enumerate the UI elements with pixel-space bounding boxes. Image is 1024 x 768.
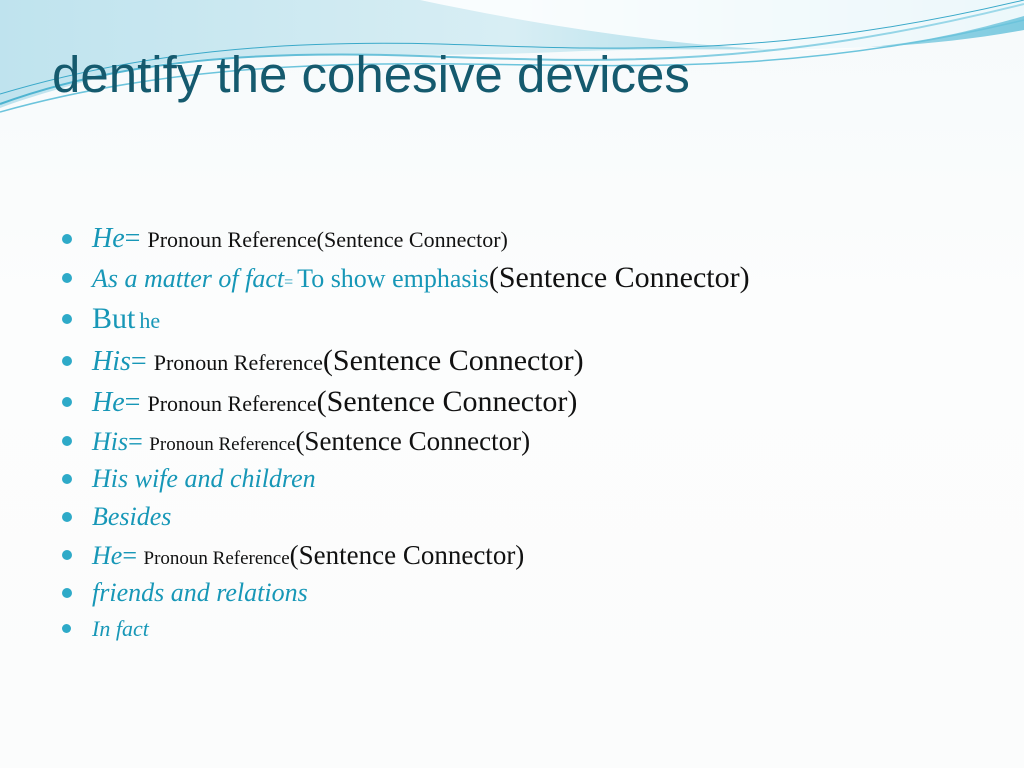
device-term: Besides [92,502,172,531]
equals-sign: = [122,541,144,570]
device-category: (Sentence Connector) [289,540,525,570]
bullet-dot [62,273,72,283]
list-item: In fact [62,612,982,646]
bullet-dot [62,234,72,244]
device-type: Pronoun Reference [149,434,296,455]
list-item: He= Pronoun Reference(Sentence Connector… [62,536,982,574]
device-term: His wife and children [92,464,316,493]
device-term: In fact [92,616,149,641]
bullet-dot [62,588,72,598]
bullet-dot [62,314,72,324]
equals-sign: = [284,274,298,291]
list-item: He= Pronoun Reference(Sentence Connector… [62,382,982,422]
bullet-dot [62,474,72,484]
device-term: His [92,346,131,377]
device-category: (Sentence Connector) [316,385,578,418]
device-category: (Sentence Connector) [295,426,531,456]
bullet-dot [62,436,72,446]
device-term: He [92,387,125,418]
device-term: He [92,223,125,254]
list-item: As a matter of fact= To show emphasis(Se… [62,258,982,298]
list-item: He= Pronoun Reference(Sentence Connector… [62,220,982,258]
device-type: Pronoun Reference [147,391,317,416]
device-type: To show emphasis [297,264,489,293]
device-type: Pronoun Reference(Sentence Connector) [147,227,508,252]
device-term-extra: he [139,308,161,333]
equals-sign: = [128,427,150,456]
device-type: Pronoun Reference [153,350,323,375]
slide-title: dentify the cohesive devices [52,46,690,103]
bullet-dot [62,512,72,522]
device-term: As a matter of fact [92,264,285,293]
equals-sign: = [124,223,148,254]
device-category: (Sentence Connector) [322,344,584,377]
bullet-list: He= Pronoun Reference(Sentence Connector… [62,220,982,646]
device-term: friends and relations [92,578,308,607]
list-item: His= Pronoun Reference(Sentence Connecto… [62,340,982,382]
bullet-dot [62,356,72,366]
equals-sign: = [124,387,148,418]
device-term: He [92,541,123,570]
device-term: His [92,427,129,456]
device-category: (Sentence Connector) [488,261,750,294]
bullet-dot [62,624,71,633]
device-term: But [92,302,136,335]
device-type: Pronoun Reference [143,548,290,569]
list-item: His wife and children [62,460,982,498]
list-item: His= Pronoun Reference(Sentence Connecto… [62,422,982,460]
list-item: But he [62,298,982,340]
list-item: friends and relations [62,574,982,612]
bullet-dot [62,397,72,407]
bullet-dot [62,550,72,560]
equals-sign: = [130,346,154,377]
list-item: Besides [62,498,982,536]
